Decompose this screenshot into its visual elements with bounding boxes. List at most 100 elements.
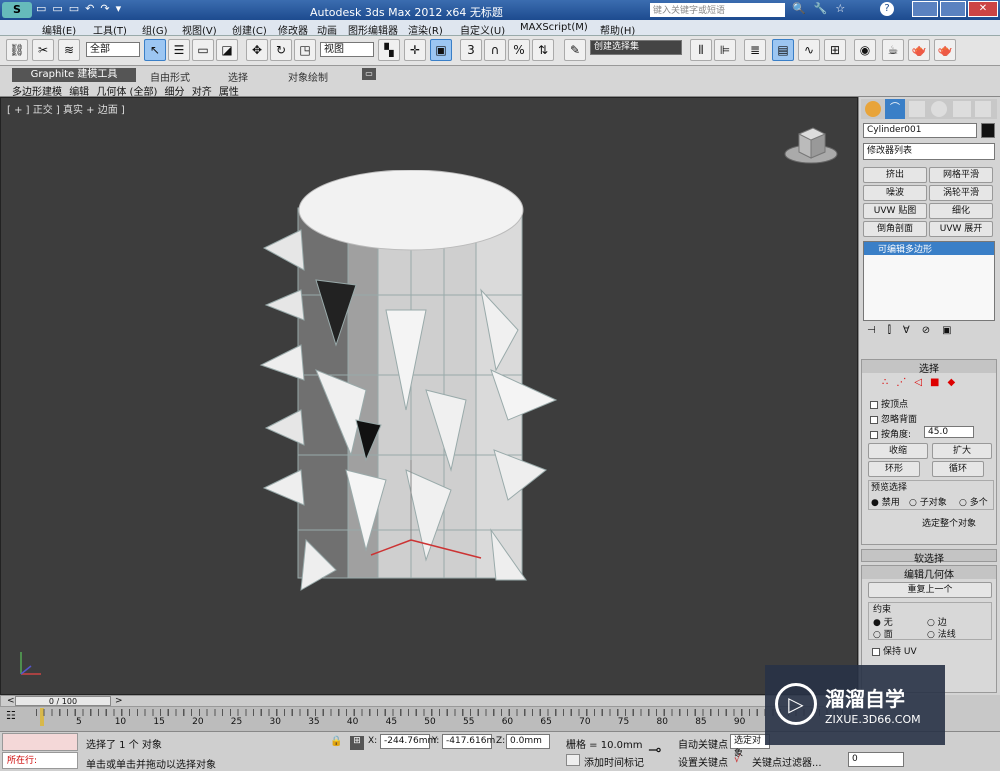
menu-edit[interactable]: 编辑(E) [42,22,76,37]
selected-dropdown[interactable]: 选定对象 [730,734,770,759]
select-manipulate-icon[interactable]: ✛ [404,39,426,61]
motion-tab-icon[interactable] [931,101,947,117]
current-frame-field[interactable]: 0 [848,752,904,767]
subobject-level-icons[interactable]: ∴⋰◁■◆ [882,377,982,389]
named-selection-dropdown[interactable]: 创建选择集 [590,40,682,55]
keyboard-shortcut-icon[interactable]: ▣ [430,39,452,61]
ribbon-tab-object-paint[interactable]: 对象绘制 [288,69,328,84]
preserve-uv-checkbox[interactable]: 保持 UV [872,644,917,657]
add-time-tag-icon[interactable] [566,754,580,766]
bind-spacewarp-icon[interactable]: ≋ [58,39,80,61]
angle-snap-icon[interactable]: ∩ [484,39,506,61]
material-editor-icon[interactable]: ◉ [854,39,876,61]
modifier-button-meshsmooth[interactable]: 网格平滑 [929,167,993,183]
selection-filter-dropdown[interactable]: 全部 [86,42,140,57]
x-coordinate-field[interactable]: -244.76mm [380,734,436,749]
next-frame-arrow-icon[interactable]: > [115,696,123,706]
lock-selection-icon[interactable]: 🔒 [330,736,342,747]
move-icon[interactable]: ✥ [246,39,268,61]
rotate-icon[interactable]: ↻ [270,39,292,61]
utilities-tab-icon[interactable] [975,101,991,117]
scale-icon[interactable]: ◳ [294,39,316,61]
modifier-button-noise[interactable]: 噪波 [863,185,927,201]
select-object-icon[interactable]: ↖ [144,39,166,61]
reference-coord-dropdown[interactable]: 视图 [320,42,374,57]
stack-tools-icons[interactable]: ⊣⫿∀⊘▣ [867,325,995,339]
soft-selection-rollout[interactable]: 软选择 [861,549,997,565]
maxscript-listener-top[interactable] [2,733,78,751]
key-filters-button[interactable]: 关键点过滤器... [752,754,822,769]
absolute-mode-icon[interactable]: ⊞ [350,736,364,750]
ribbon-tab-selection[interactable]: 选择 [228,69,248,84]
modifier-button-unwrap-uvw[interactable]: UVW 展开 [929,221,993,237]
create-tab-icon[interactable] [865,101,881,117]
menu-animation[interactable]: 动画 [317,22,337,37]
by-angle-checkbox[interactable]: 按角度: [870,427,911,440]
z-coordinate-field[interactable]: 0.0mm [506,734,550,749]
snap-toggle-icon[interactable]: 3 [460,39,482,61]
menu-maxscript[interactable]: MAXScript(M) [520,22,588,33]
schematic-view-icon[interactable]: ⊞ [824,39,846,61]
stack-item-editable-poly[interactable]: 可编辑多边形 [864,242,994,255]
modifier-button-extrude[interactable]: 挤出 [863,167,927,183]
viewport-front[interactable]: [ + ] 正交 ] 真实 + 边面 ] [0,97,858,695]
constraint-face-radio[interactable]: ○ 面 [873,627,893,640]
preview-subobject-radio[interactable]: ○ 子对象 [909,495,947,508]
layer-manager-icon[interactable]: ≣ [744,39,766,61]
key-icon[interactable]: ⊸ [648,740,661,759]
edit-geometry-title[interactable]: 编辑几何体 [862,566,996,581]
link-icon[interactable]: ⛓ [6,39,28,61]
frame-indicator[interactable]: 0 / 100 [15,696,111,706]
prev-frame-arrow-icon[interactable]: < [7,696,15,706]
object-color-swatch[interactable] [981,123,995,138]
ribbon-tab-freeform[interactable]: 自由形式 [150,69,190,84]
menu-rendering[interactable]: 渲染(R) [408,22,443,37]
close-button[interactable]: ✕ [968,1,998,17]
edit-named-selection-icon[interactable]: ✎ [564,39,586,61]
search-input[interactable]: 键入关键字或短语 [650,3,785,17]
ribbon-options-icon[interactable]: ▭ [362,68,376,80]
ignore-backface-checkbox[interactable]: 忽略背面 [870,412,917,425]
ribbon-tab-graphite[interactable]: Graphite 建模工具 [12,68,136,82]
rectangular-selection-icon[interactable]: ▭ [192,39,214,61]
grow-button[interactable]: 扩大 [932,443,992,459]
window-crossing-icon[interactable]: ◪ [216,39,238,61]
menu-graph-editors[interactable]: 图形编辑器 [348,22,398,37]
app-logo-icon[interactable]: S [2,2,32,18]
key-mode-icon[interactable]: √ [734,754,740,765]
current-line-label[interactable]: 所在行: [2,752,78,769]
menu-customize[interactable]: 自定义(U) [460,22,505,37]
object-name-field[interactable]: Cylinder001 [863,123,977,138]
y-coordinate-field[interactable]: -417.616m [442,734,495,749]
unlink-icon[interactable]: ✂ [32,39,54,61]
preview-multi-radio[interactable]: ○ 多个 [959,495,988,508]
modify-tab-icon[interactable]: ⌒ [885,99,905,119]
shrink-button[interactable]: 收缩 [868,443,928,459]
menu-modifiers[interactable]: 修改器 [278,22,308,37]
angle-value-field[interactable]: 45.0 [924,426,974,438]
track-bar[interactable]: ☷ 5 10 15 20 25 30 35 40 45 50 55 60 65 70 75 80 85 90 [0,707,858,731]
viewcube-icon[interactable] [781,122,841,172]
hierarchy-tab-icon[interactable] [909,101,925,117]
render-setup-icon[interactable]: ☕ [882,39,904,61]
mirror-icon[interactable]: ⫴ [690,39,712,61]
auto-key-button[interactable]: 自动关键点 [678,736,728,751]
align-icon[interactable]: ⊫ [714,39,736,61]
display-tab-icon[interactable] [953,101,971,117]
curve-editor-icon[interactable]: ∿ [798,39,820,61]
spiked-cylinder-model[interactable] [256,170,566,600]
set-key-button[interactable]: 设置关键点 [678,754,728,769]
menu-help[interactable]: 帮助(H) [600,22,635,37]
help-icon[interactable]: ? [880,2,894,16]
render-production-icon[interactable]: 🫖 [934,39,956,61]
modifier-button-bevel-profile[interactable]: 倒角剖面 [863,221,927,237]
preview-disabled-radio[interactable]: ● 禁用 [871,495,900,508]
rendered-frame-icon[interactable]: 🫖 [908,39,930,61]
menu-group[interactable]: 组(G) [142,22,168,37]
modifier-button-tessellate[interactable]: 细化 [929,203,993,219]
repeat-last-button[interactable]: 重复上一个 [868,582,992,598]
menu-views[interactable]: 视图(V) [182,22,217,37]
graphite-toggle-icon[interactable]: ▤ [772,39,794,61]
modifier-button-uvw-map[interactable]: UVW 贴图 [863,203,927,219]
loop-button[interactable]: 循环 [932,461,984,477]
